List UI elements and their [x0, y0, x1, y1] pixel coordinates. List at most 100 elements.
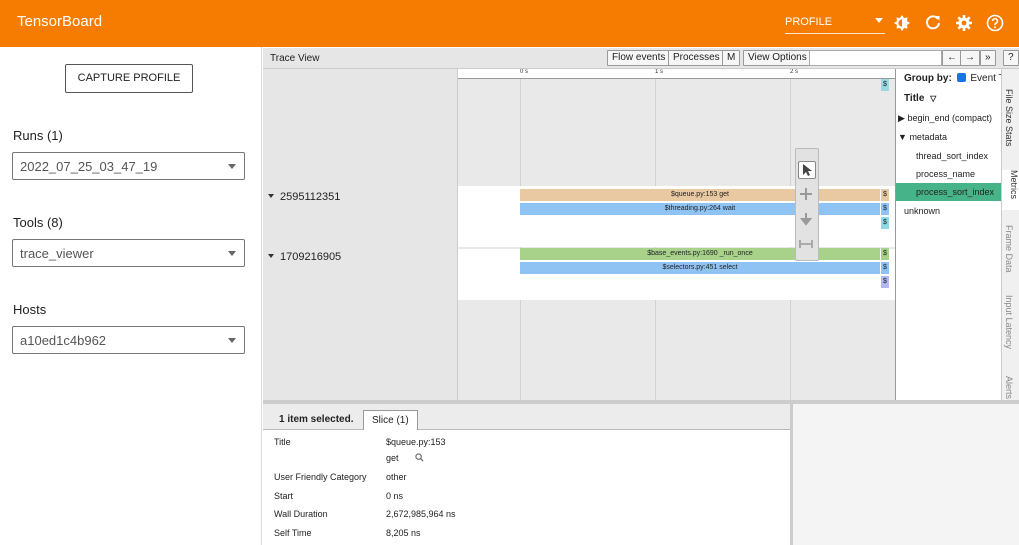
process-id: 2595112351: [280, 191, 341, 203]
tools-select-value: trace_viewer: [20, 246, 94, 261]
detail-value: other: [386, 472, 407, 482]
trace-slice-truncated[interactable]: $: [881, 262, 889, 274]
trace-slice-truncated[interactable]: $: [881, 217, 889, 229]
cursor-arrow-icon: [803, 164, 812, 176]
trace-slice-truncated[interactable]: $: [881, 276, 889, 288]
chevron-down-icon: [228, 164, 236, 169]
zoom-mode-button[interactable]: [798, 211, 816, 229]
sort-chevron-icon: ▽: [930, 94, 937, 103]
detail-value: 8,205 ns: [386, 528, 421, 538]
app-title: TensorBoard: [17, 13, 103, 30]
detail-value: 2,672,985,964 ns: [386, 509, 456, 519]
tree-item[interactable]: unknown: [904, 206, 940, 216]
detail-value-continued: get: [386, 453, 424, 463]
trace-toolbar: Trace View Flow events Processes M View …: [263, 48, 1019, 69]
group-by-checkbox[interactable]: [956, 73, 966, 82]
top-bar: TensorBoard PROFILE: [0, 0, 1019, 47]
hosts-select-value: a10ed1c4b962: [20, 333, 107, 348]
search-icon[interactable]: [415, 453, 424, 462]
trace-view-title: Trace View: [270, 53, 320, 64]
capture-profile-button[interactable]: CAPTURE PROFILE: [65, 64, 193, 93]
chevron-down-icon: [875, 18, 883, 23]
side-tabs: File Size Stats Metrics Frame Data Input…: [1001, 69, 1019, 400]
time-ruler: 0 s 1 s 2 s: [458, 69, 895, 79]
mouse-mode-toolbar: [795, 148, 819, 261]
process-id: 1709216905: [280, 251, 342, 263]
tab-metrics[interactable]: Metrics: [1002, 170, 1019, 210]
chevron-down-icon: [228, 251, 236, 256]
help-icon[interactable]: [986, 14, 1004, 32]
trace-slice-truncated[interactable]: $: [881, 79, 889, 91]
process-track-label[interactable]: 1709216905: [268, 251, 341, 263]
theme-toggle-icon[interactable]: [893, 14, 911, 32]
tensorboard-app: TensorBoard PROFILE CAPTURE PROFILE Runs…: [0, 0, 1019, 545]
tab-slice[interactable]: Slice (1): [363, 410, 418, 430]
tree-item[interactable]: thread_sort_index: [916, 151, 988, 161]
details-panel: 1 item selected. Slice (1) Title $queue.…: [263, 400, 1019, 545]
expanded-triangle-icon: ▼: [898, 132, 907, 142]
detail-key: User Friendly Category: [274, 472, 367, 482]
trace-canvas[interactable]: 0 s 1 s 2 s $queue.py:153 get $threading…: [458, 69, 895, 400]
tab-alerts[interactable]: Alerts: [1004, 376, 1014, 400]
trace-slice[interactable]: $base_events.py:1690 _run_once: [520, 248, 880, 260]
tab-file-size-stats[interactable]: File Size Stats: [1004, 89, 1014, 147]
trace-slice-truncated[interactable]: $: [881, 189, 889, 201]
flow-events-button[interactable]: Flow events: [607, 50, 671, 66]
left-sidebar: CAPTURE PROFILE Runs (1) 2022_07_25_03_4…: [0, 47, 262, 545]
ruler-tick-label: 0 s: [520, 69, 529, 75]
chevron-down-icon: [228, 338, 236, 343]
group-by-label: Group by:: [904, 73, 952, 84]
selection-mode-button[interactable]: [798, 161, 816, 179]
settings-gear-icon[interactable]: [955, 14, 973, 32]
timing-mode-button[interactable]: [798, 236, 816, 254]
next-button[interactable]: →: [960, 50, 980, 66]
tree-item[interactable]: ▶ begin_end (compact): [898, 113, 992, 124]
group-by-row: Group by: Event Ty: [904, 73, 1009, 84]
panel-column-title-text: Title: [904, 93, 925, 104]
ruler-tick-label: 1 s: [655, 69, 664, 75]
expand-triangle-icon: [268, 254, 274, 258]
tree-item[interactable]: ▼ metadata: [898, 132, 947, 142]
details-tabs: 1 item selected. Slice (1): [263, 404, 790, 430]
detail-key: Start: [274, 491, 294, 501]
trace-slice-truncated[interactable]: $: [881, 248, 889, 260]
expand-triangle-icon: [268, 194, 274, 198]
trace-view: Trace View Flow events Processes M View …: [263, 48, 1019, 545]
tab-frame-data[interactable]: Frame Data: [1004, 225, 1014, 273]
detail-value: 0 ns: [386, 491, 404, 501]
expand-button[interactable]: »: [980, 50, 996, 66]
hosts-label: Hosts: [13, 302, 47, 317]
help-button[interactable]: ?: [1003, 50, 1019, 66]
ruler-tick-label: 2 s: [790, 69, 799, 75]
collapsed-triangle-icon: ▶: [898, 113, 905, 123]
trace-slice-truncated[interactable]: $: [881, 203, 889, 215]
pan-mode-button[interactable]: [798, 186, 816, 204]
panel-column-title[interactable]: Title ▽: [904, 93, 936, 104]
tree-item-selected[interactable]: process_sort_index: [916, 187, 994, 197]
plugin-select[interactable]: PROFILE: [785, 12, 885, 34]
trace-slice[interactable]: $threading.py:264 wait: [520, 203, 880, 215]
tree-item[interactable]: process_name: [916, 169, 975, 179]
analysis-side-panel: Group by: Event Ty Title ▽ ▶ begin_end (…: [895, 69, 1009, 400]
hosts-select[interactable]: a10ed1c4b962: [12, 326, 245, 354]
runs-select[interactable]: 2022_07_25_03_47_19: [12, 152, 245, 180]
selection-summary: 1 item selected.: [279, 414, 354, 425]
trace-slice[interactable]: $selectors.py:451 select: [520, 262, 880, 274]
zoom-arrow-icon: [799, 213, 813, 226]
process-track-label[interactable]: 2595112351: [268, 191, 340, 203]
plugin-select-value: PROFILE: [785, 16, 833, 28]
tab-input-latency[interactable]: Input Latency: [1004, 295, 1014, 349]
runs-select-value: 2022_07_25_03_47_19: [20, 159, 158, 174]
tree-item-label: begin_end (compact): [907, 113, 992, 123]
metadata-button[interactable]: M: [722, 50, 741, 66]
track-labels: 2595112351 1709216905: [263, 69, 458, 400]
processes-button[interactable]: Processes: [668, 50, 725, 66]
detail-key: Self Time: [274, 528, 312, 538]
runs-label: Runs (1): [13, 128, 63, 143]
reload-icon[interactable]: [924, 14, 942, 32]
trace-search-input[interactable]: [809, 50, 942, 66]
tools-select[interactable]: trace_viewer: [12, 239, 245, 267]
trace-slice[interactable]: $queue.py:153 get: [520, 189, 880, 201]
prev-button[interactable]: ←: [942, 50, 962, 66]
view-options-button[interactable]: View Options: [743, 50, 812, 66]
